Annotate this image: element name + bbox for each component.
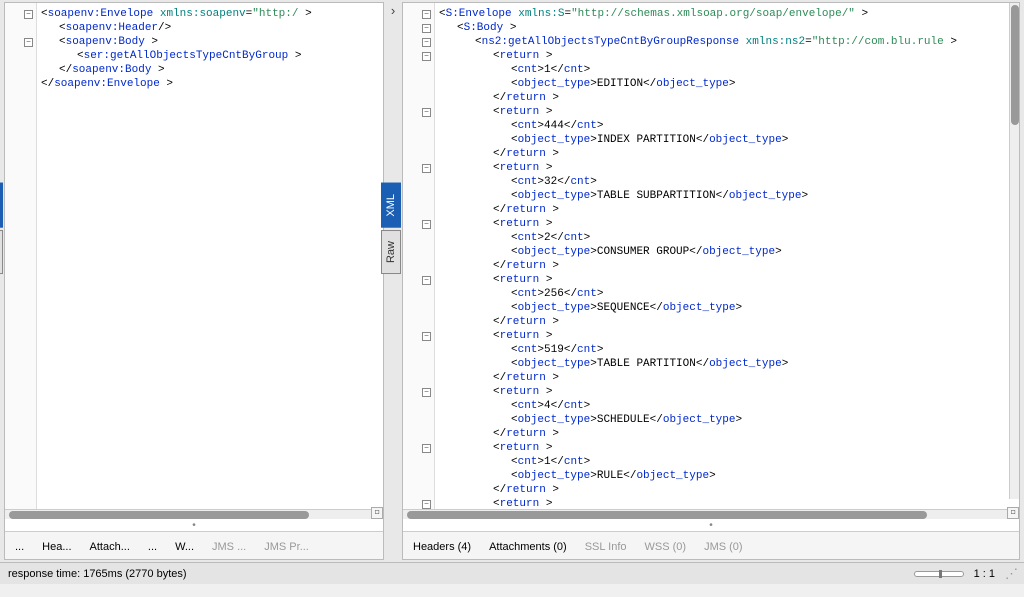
- status-bar: response time: 1765ms (2770 bytes) 1 : 1…: [0, 562, 1024, 584]
- bottom-tab[interactable]: WSS (0): [645, 541, 687, 553]
- left-scroll-h[interactable]: ◻: [5, 509, 383, 519]
- request-xml[interactable]: <soapenv:Envelope xmlns:soapenv="http:/ …: [37, 3, 383, 509]
- fold-icon[interactable]: −: [422, 38, 431, 47]
- fold-icon[interactable]: −: [422, 276, 431, 285]
- response-pane: XML Raw −−−−−−−−−−−− <S:Envelope xmlns:S…: [402, 2, 1020, 560]
- raw-tab-right[interactable]: Raw: [381, 230, 401, 274]
- request-body: −− <soapenv:Envelope xmlns:soapenv="http…: [5, 3, 383, 509]
- bottom-tab[interactable]: JMS Pr...: [264, 541, 309, 553]
- right-bottom-tabs: Headers (4) Attachments (0) SSL Info WSS (0…: [403, 531, 1019, 559]
- pane-divider[interactable]: ›: [386, 0, 400, 562]
- bottom-tab[interactable]: ...: [148, 541, 157, 553]
- fold-icon[interactable]: −: [422, 388, 431, 397]
- fold-icon[interactable]: −: [422, 10, 431, 19]
- right-gutter: − − − − − − − − − − − −: [403, 3, 435, 509]
- bottom-tab[interactable]: JMS (0): [704, 541, 743, 553]
- zoom-slider[interactable]: [914, 571, 964, 577]
- bottom-tab[interactable]: SSL Info: [585, 541, 627, 553]
- fold-icon[interactable]: −: [422, 108, 431, 117]
- right-side-tabs: XML Raw: [381, 183, 401, 276]
- fold-icon[interactable]: −: [422, 24, 431, 33]
- bottom-tab[interactable]: Hea...: [42, 541, 71, 553]
- fold-icon[interactable]: −: [422, 444, 431, 453]
- bottom-tab[interactable]: Attach...: [90, 541, 130, 553]
- fold-icon[interactable]: −: [422, 52, 431, 61]
- fold-icon[interactable]: −: [24, 38, 33, 47]
- fold-icon[interactable]: −: [422, 220, 431, 229]
- left-side-tabs: XML Raw: [0, 183, 3, 276]
- left-corner-button[interactable]: ◻: [371, 507, 383, 519]
- right-scroll-h[interactable]: ◻: [403, 509, 1019, 519]
- request-pane: XML Raw −− <soapenv:Envelope xmlns:soape…: [4, 2, 384, 560]
- left-bottom-tabs: ... Hea... Attach...... W... JMS ... JMS Pr..…: [5, 531, 383, 559]
- bottom-tab[interactable]: Headers (4): [413, 541, 471, 553]
- raw-tab-left[interactable]: Raw: [0, 230, 3, 274]
- fold-icon[interactable]: −: [422, 332, 431, 341]
- response-body: − − − − − − − − − − − − <S:Envelope xmlns:S="http:/…: [403, 3, 1019, 509]
- cursor-position: 1 : 1: [974, 568, 995, 580]
- bottom-tab[interactable]: W...: [175, 541, 194, 553]
- main-area: XML Raw −− <soapenv:Envelope xmlns:soape…: [0, 0, 1024, 562]
- bottom-tab[interactable]: JMS ...: [212, 541, 246, 553]
- resize-grip[interactable]: ⋰: [1005, 566, 1016, 582]
- right-corner-button[interactable]: ◻: [1007, 507, 1019, 519]
- status-response-time: response time: 1765ms (2770 bytes): [8, 568, 187, 580]
- bottom-tab[interactable]: ...: [15, 541, 24, 553]
- response-xml[interactable]: <S:Envelope xmlns:S="http://schemas.xmls…: [435, 3, 1019, 509]
- bottom-tab[interactable]: Attachments (0): [489, 541, 567, 553]
- right-scroll-v[interactable]: [1009, 3, 1019, 499]
- fold-icon[interactable]: −: [422, 500, 431, 509]
- fold-icon[interactable]: −: [24, 10, 33, 19]
- fold-icon[interactable]: −: [422, 164, 431, 173]
- left-gutter: −−: [5, 3, 37, 509]
- xml-tab-right[interactable]: XML: [381, 183, 401, 228]
- xml-tab-left[interactable]: XML: [0, 183, 3, 228]
